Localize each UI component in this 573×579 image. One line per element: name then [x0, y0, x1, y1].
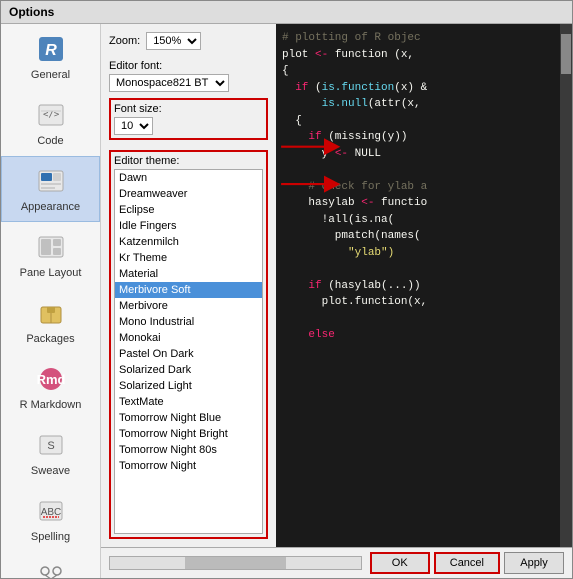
horizontal-scrollbar[interactable]	[109, 556, 362, 570]
ok-button[interactable]: OK	[370, 552, 430, 574]
theme-item[interactable]: Eclipse	[115, 202, 262, 218]
sidebar-item-sweave[interactable]: S Sweave	[1, 420, 100, 486]
options-area: Zoom: 150% 100% 125% 175% 200% Editor fo…	[101, 24, 572, 547]
code-lines: # plotting of R objec plot <- function (…	[276, 24, 572, 350]
spelling-icon: ABC	[35, 495, 67, 527]
svg-text:Rmd: Rmd	[37, 372, 65, 387]
rmarkdown-icon: Rmd	[35, 363, 67, 395]
sidebar-item-code[interactable]: </> Code	[1, 90, 100, 156]
scrollbar-thumb[interactable]	[561, 34, 571, 74]
sidebar: R General </> Code	[1, 24, 101, 578]
sweave-icon: S	[35, 429, 67, 461]
sidebar-rmarkdown-label: R Markdown	[20, 399, 82, 411]
editor-font-section: Editor font: Monospace821 BT	[109, 60, 268, 92]
sidebar-appearance-label: Appearance	[21, 201, 80, 213]
main-panel: Zoom: 150% 100% 125% 175% 200% Editor fo…	[101, 24, 572, 578]
buttons-row: OK Cancel Apply	[370, 552, 564, 574]
editor-theme-section: Editor theme: DawnDreamweaverEclipseIdle…	[109, 150, 268, 539]
apply-button[interactable]: Apply	[504, 552, 564, 574]
h-scrollbar-thumb[interactable]	[185, 557, 285, 569]
font-select-row: Monospace821 BT	[109, 74, 268, 92]
sidebar-sweave-label: Sweave	[31, 465, 70, 477]
theme-item[interactable]: Tomorrow Night 80s	[115, 442, 262, 458]
font-size-section: Font size: 10 8 9 11 12 14	[109, 98, 268, 140]
theme-item[interactable]: Katzenmilch	[115, 234, 262, 250]
sidebar-item-packages[interactable]: Packages	[1, 288, 100, 354]
theme-item[interactable]: Pastel On Dark	[115, 346, 262, 362]
vertical-scrollbar[interactable]	[560, 24, 572, 547]
pane-icon	[35, 231, 67, 263]
sidebar-pane-label: Pane Layout	[20, 267, 82, 279]
window-title: Options	[9, 5, 54, 19]
theme-item[interactable]: Kr Theme	[115, 250, 262, 266]
sidebar-item-general[interactable]: R General	[1, 24, 100, 90]
code-preview: # plotting of R objec plot <- function (…	[276, 24, 572, 547]
theme-item[interactable]: TextMate	[115, 394, 262, 410]
font-select[interactable]: Monospace821 BT	[109, 74, 229, 92]
title-bar: Options	[1, 1, 572, 24]
appearance-icon	[35, 165, 67, 197]
sidebar-packages-label: Packages	[26, 333, 74, 345]
zoom-label: Zoom:	[109, 35, 140, 47]
zoom-row: Zoom: 150% 100% 125% 175% 200%	[109, 32, 268, 50]
theme-item[interactable]: Merbivore Soft	[115, 282, 262, 298]
sidebar-item-rmarkdown[interactable]: Rmd R Markdown	[1, 354, 100, 420]
theme-item[interactable]: Tomorrow Night Bright	[115, 426, 262, 442]
git-icon	[35, 561, 67, 578]
bottom-bar: OK Cancel Apply	[101, 547, 572, 578]
general-icon: R	[35, 33, 67, 65]
code-icon: </>	[35, 99, 67, 131]
svg-text:R: R	[45, 42, 57, 59]
theme-item[interactable]: Merbivore	[115, 298, 262, 314]
font-size-label: Font size:	[114, 103, 263, 115]
left-options: Zoom: 150% 100% 125% 175% 200% Editor fo…	[101, 24, 276, 547]
sidebar-item-spelling[interactable]: ABC Spelling	[1, 486, 100, 552]
theme-item[interactable]: Dawn	[115, 170, 262, 186]
sidebar-item-pane-layout[interactable]: Pane Layout	[1, 222, 100, 288]
editor-font-label: Editor font:	[109, 60, 268, 72]
sidebar-item-appearance[interactable]: Appearance	[1, 156, 100, 222]
theme-item[interactable]: Dreamweaver	[115, 186, 262, 202]
theme-item[interactable]: Monokai	[115, 330, 262, 346]
packages-icon	[35, 297, 67, 329]
theme-list[interactable]: DawnDreamweaverEclipseIdle FingersKatzen…	[114, 169, 263, 534]
cancel-button[interactable]: Cancel	[434, 552, 500, 574]
svg-text:S: S	[47, 440, 54, 452]
font-size-select[interactable]: 10 8 9 11 12 14	[114, 117, 153, 135]
options-window: Options R General </>	[0, 0, 573, 579]
theme-item[interactable]: Tomorrow Night	[115, 458, 262, 474]
zoom-select[interactable]: 150% 100% 125% 175% 200%	[146, 32, 201, 50]
editor-theme-label: Editor theme:	[114, 155, 263, 167]
theme-item[interactable]: Tomorrow Night Blue	[115, 410, 262, 426]
theme-item[interactable]: Solarized Light	[115, 378, 262, 394]
sidebar-spelling-label: Spelling	[31, 531, 70, 543]
theme-item[interactable]: Idle Fingers	[115, 218, 262, 234]
theme-item[interactable]: Mono Industrial	[115, 314, 262, 330]
theme-item[interactable]: Material	[115, 266, 262, 282]
sidebar-item-gitsvn[interactable]: Git/SVN	[1, 552, 100, 578]
sidebar-code-label: Code	[37, 135, 63, 147]
theme-item[interactable]: Solarized Dark	[115, 362, 262, 378]
sidebar-general-label: General	[31, 69, 70, 81]
